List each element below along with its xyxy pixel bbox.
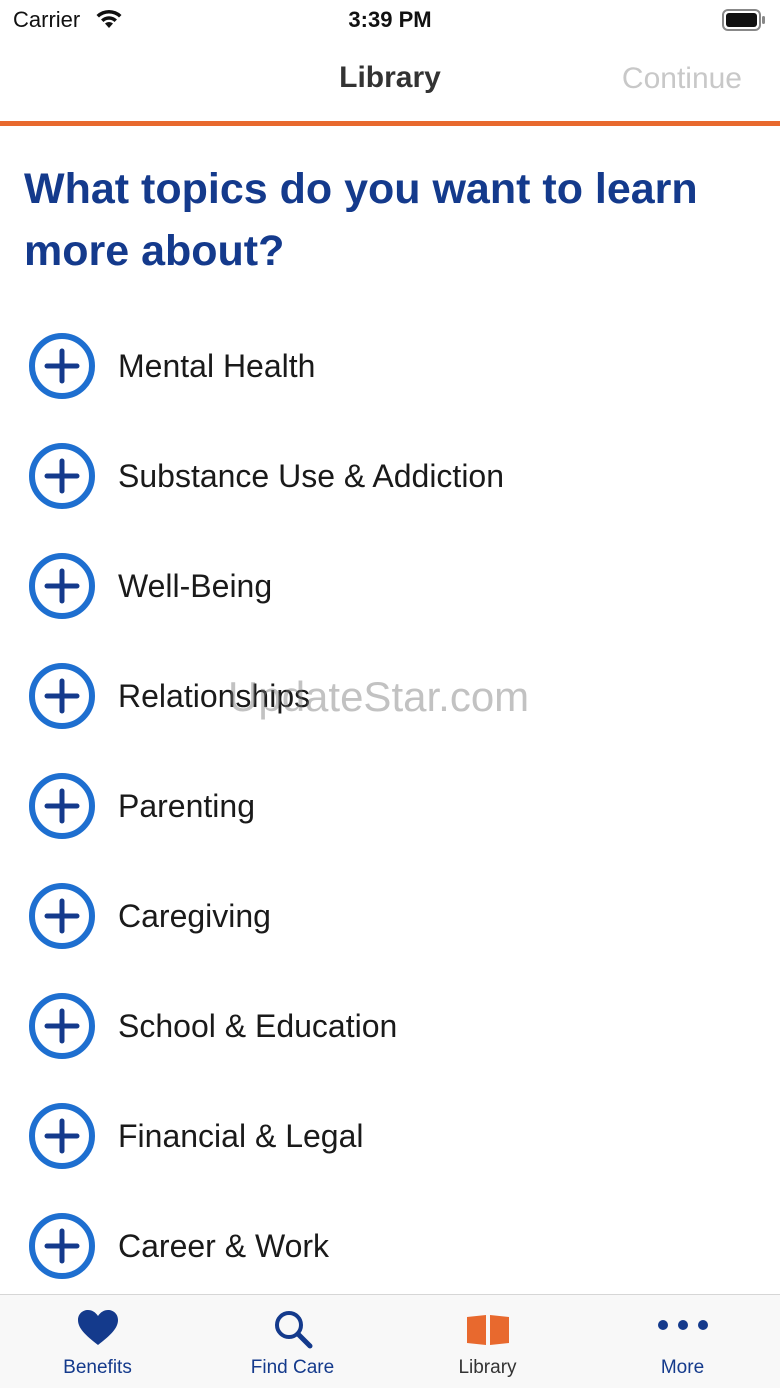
tab-more[interactable]: More: [585, 1295, 780, 1388]
topic-item[interactable]: School & Education: [0, 970, 780, 1080]
continue-button[interactable]: Continue: [622, 62, 742, 96]
tab-bar: Benefits Find Care Library More: [0, 1294, 780, 1388]
navigation-bar: Library Continue: [0, 40, 780, 122]
tab-label: Find Care: [250, 1357, 335, 1378]
topic-label: Financial & Legal: [118, 1118, 364, 1154]
topic-item[interactable]: Financial & Legal: [0, 1080, 780, 1190]
tab-label: Library: [458, 1357, 517, 1378]
topic-label: School & Education: [118, 1008, 398, 1044]
heart-icon: [77, 1310, 118, 1345]
tab-label: More: [660, 1357, 705, 1378]
add-circle-icon[interactable]: [28, 442, 96, 510]
clock: 3:39 PM: [348, 7, 432, 32]
topic-label: Mental Health: [118, 348, 316, 384]
add-circle-icon[interactable]: [28, 1212, 96, 1280]
page-heading: What topics do you want to learn more ab…: [24, 165, 698, 275]
topic-label: Substance Use & Addiction: [118, 458, 505, 494]
tab-benefits[interactable]: Benefits: [0, 1295, 195, 1388]
topic-item[interactable]: Well-Being: [0, 530, 780, 640]
topic-label: Parenting: [118, 788, 255, 824]
add-circle-icon[interactable]: [28, 882, 96, 950]
topic-item[interactable]: Career & Work: [0, 1190, 780, 1300]
battery-icon: [722, 9, 765, 31]
add-circle-icon[interactable]: [28, 772, 96, 840]
search-icon: [274, 1311, 312, 1349]
topic-item[interactable]: Mental Health: [0, 310, 780, 420]
status-bar: Carrier 3:39 PM: [0, 0, 780, 40]
topic-label: Relationships: [118, 678, 311, 714]
topic-item[interactable]: Substance Use & Addiction: [0, 420, 780, 530]
add-circle-icon[interactable]: [28, 1102, 96, 1170]
tab-find-care[interactable]: Find Care: [195, 1295, 390, 1388]
topic-item[interactable]: Relationships: [0, 640, 780, 750]
topic-item[interactable]: Caregiving: [0, 860, 780, 970]
more-dots-icon: [657, 1320, 708, 1330]
add-circle-icon[interactable]: [28, 662, 96, 730]
topic-item[interactable]: Parenting: [0, 750, 780, 860]
topic-list: Mental Health Substance Use & Addiction We…: [0, 310, 780, 1300]
topic-label: Career & Work: [118, 1228, 330, 1264]
topic-label: Caregiving: [118, 898, 271, 934]
nav-divider: [0, 121, 780, 126]
tab-label: Benefits: [63, 1357, 132, 1378]
add-circle-icon[interactable]: [28, 332, 96, 400]
add-circle-icon[interactable]: [28, 992, 96, 1060]
add-circle-icon[interactable]: [28, 552, 96, 620]
topic-label: Well-Being: [118, 568, 273, 604]
book-icon: [466, 1315, 509, 1345]
tab-library[interactable]: Library: [390, 1295, 585, 1388]
